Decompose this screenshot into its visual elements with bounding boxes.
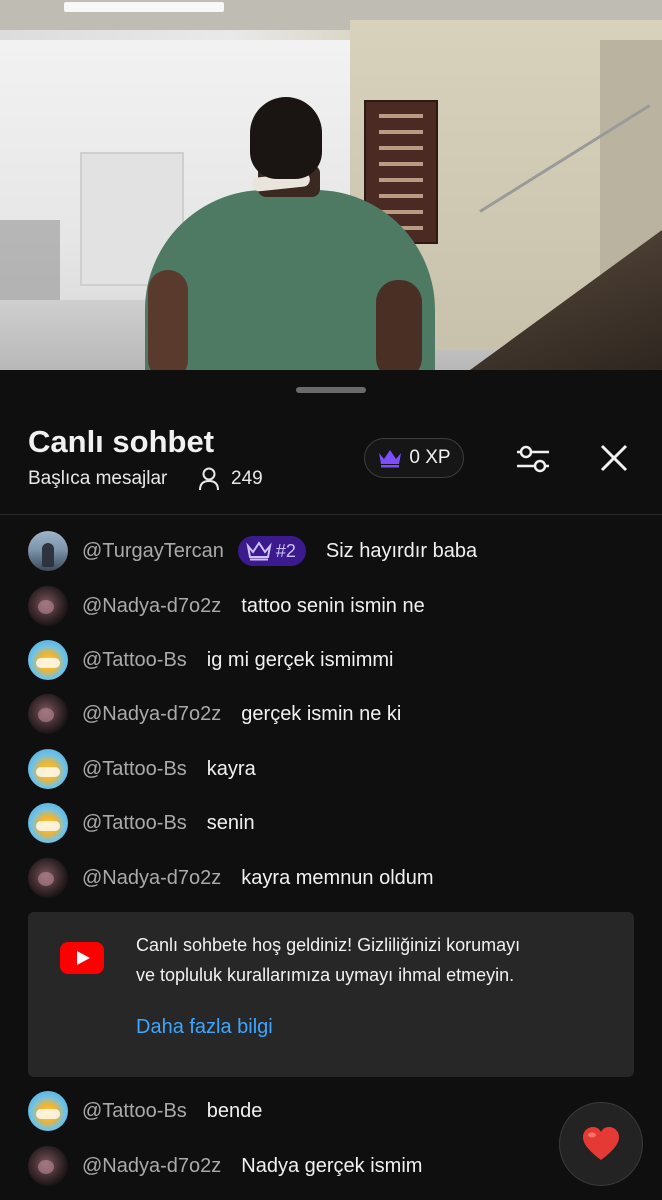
badge-label: #2: [275, 540, 296, 561]
message-author[interactable]: @Tattoo-Bs: [82, 758, 187, 781]
message-author[interactable]: @Tattoo-Bs: [82, 649, 187, 672]
chat-mode-selector[interactable]: Başlıca mesajlar: [28, 468, 167, 490]
chat-message[interactable]: @Nadya-d7o2z gerçek ismin ne ki: [28, 694, 401, 734]
chat-message[interactable]: @Tattoo-Bs ig mi gerçek ismimmi: [28, 640, 393, 680]
crown-icon: [246, 541, 272, 561]
live-chat-panel: Canlı sohbet Başlıca mesajlar 249 0 XP @…: [0, 372, 662, 1200]
message-text: kayra: [206, 757, 256, 780]
xp-label: 0 XP: [409, 447, 451, 468]
chat-message[interactable]: @Nadya-d7o2z kayra memnun oldum: [28, 858, 434, 898]
youtube-icon: [60, 942, 104, 974]
avatar[interactable]: [28, 749, 68, 789]
chat-message[interactable]: @Tattoo-Bs senin: [28, 803, 255, 843]
welcome-line: ve topluluk kurallarımıza uymayı ihmal e…: [136, 965, 515, 985]
person-icon: [199, 467, 219, 491]
close-icon[interactable]: [596, 440, 632, 476]
message-author[interactable]: @Tattoo-Bs: [82, 1100, 187, 1123]
avatar[interactable]: [28, 640, 68, 680]
chat-message[interactable]: @TurgayTercan #2 Siz hayırdır baba: [28, 531, 477, 571]
avatar[interactable]: [28, 858, 68, 898]
viewer-count: 249: [231, 468, 263, 489]
message-author[interactable]: @TurgayTercan: [82, 540, 224, 563]
message-author[interactable]: @Nadya-d7o2z: [82, 867, 221, 890]
message-author[interactable]: @Nadya-d7o2z: [82, 703, 221, 726]
welcome-message: Canlı sohbete hoş geldiniz! Gizliliğiniz…: [136, 930, 616, 990]
message-text: bende: [206, 1099, 263, 1122]
avatar[interactable]: [28, 1091, 68, 1131]
avatar[interactable]: [28, 531, 68, 571]
reaction-button[interactable]: [559, 1102, 643, 1186]
message-text: ig mi gerçek ismimmi: [206, 648, 394, 671]
message-text: gerçek ismin ne ki: [241, 702, 402, 725]
welcome-line: Canlı sohbete hoş geldiniz! Gizliliğiniz…: [136, 935, 521, 955]
avatar[interactable]: [28, 1146, 68, 1186]
welcome-card: Canlı sohbete hoş geldiniz! Gizliliğiniz…: [28, 912, 634, 1077]
message-text: tattoo senin ismin ne: [241, 594, 425, 617]
drag-handle[interactable]: [296, 387, 366, 393]
message-author[interactable]: @Tattoo-Bs: [82, 812, 187, 835]
chat-title: Canlı sohbet: [28, 424, 215, 459]
chat-message[interactable]: @Nadya-d7o2z tattoo senin ismin ne: [28, 586, 425, 626]
avatar[interactable]: [28, 803, 68, 843]
message-text: kayra memnun oldum: [241, 866, 434, 889]
message-text: senin: [206, 811, 255, 834]
avatar[interactable]: [28, 694, 68, 734]
chat-message[interactable]: @Tattoo-Bs kayra: [28, 749, 256, 789]
message-author[interactable]: @Nadya-d7o2z: [82, 595, 221, 618]
video-player[interactable]: [0, 0, 662, 370]
header-divider: [0, 514, 662, 515]
learn-more-link[interactable]: Daha fazla bilgi: [136, 1016, 273, 1039]
message-text: Nadya gerçek ismim: [241, 1154, 423, 1177]
video-person-arm: [376, 280, 422, 370]
video-person-head: [250, 97, 322, 179]
sliders-icon[interactable]: [512, 438, 554, 480]
message-author[interactable]: @Nadya-d7o2z: [82, 1155, 221, 1178]
xp-button[interactable]: 0 XP: [364, 438, 464, 478]
crown-icon: [379, 450, 402, 468]
chat-message[interactable]: @Nadya-d7o2z Nadya gerçek ismim: [28, 1146, 422, 1186]
chat-message[interactable]: @Tattoo-Bs bende: [28, 1091, 262, 1131]
member-badge: #2: [237, 536, 306, 566]
avatar[interactable]: [28, 586, 68, 626]
heart-icon: [583, 1127, 619, 1160]
message-text: Siz hayırdır baba: [325, 539, 478, 562]
video-person-arm: [148, 270, 188, 370]
